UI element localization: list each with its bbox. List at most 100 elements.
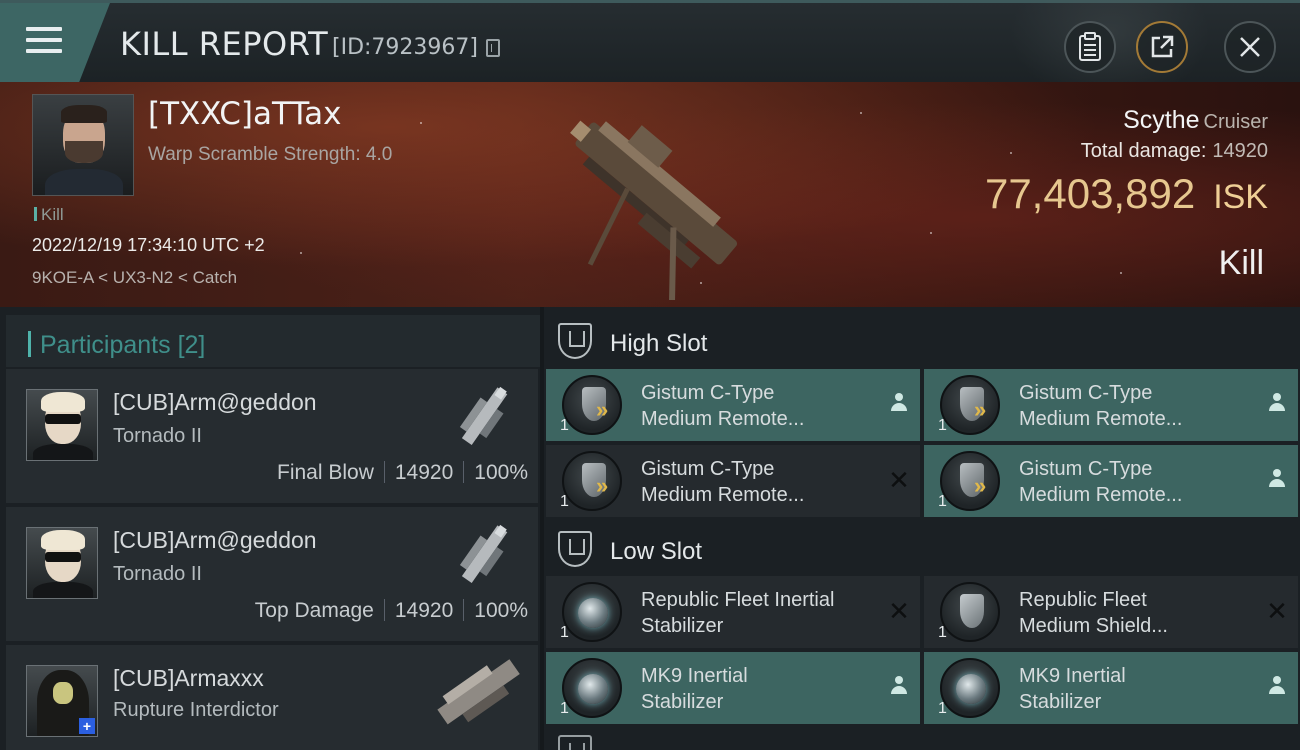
victim-subtitle: Warp Scramble Strength: 4.0 bbox=[148, 144, 393, 165]
plus-badge-icon: + bbox=[79, 718, 95, 734]
avatar[interactable] bbox=[26, 527, 98, 599]
module-qty: 1 bbox=[560, 700, 569, 717]
clipboard-icon bbox=[1079, 32, 1101, 61]
participant-row[interactable]: [CUB]Arm@geddon Tornado II Top Damage 149… bbox=[6, 507, 538, 641]
high-slot-title: High Slot bbox=[610, 330, 708, 357]
clipboard-button[interactable] bbox=[1064, 21, 1116, 73]
participant-row[interactable]: [CUB]Arm@geddon Tornado II Final Blow 149… bbox=[6, 369, 538, 503]
module-item[interactable]: 1 MK9 Inertial Stabilizer bbox=[924, 652, 1298, 724]
participant-ship: Tornado II bbox=[113, 425, 202, 447]
module-name: Republic Fleet Inertial Stabilizer bbox=[641, 589, 835, 637]
dropped-person-icon bbox=[888, 393, 910, 415]
participant-row[interactable]: + [CUB]Armaxxx Rupture Interdictor bbox=[6, 645, 538, 750]
victim-ship-image[interactable] bbox=[540, 90, 770, 300]
module-item[interactable]: 1 Republic Fleet Inertial Stabilizer ✕ bbox=[546, 576, 920, 648]
low-slot-header: Low Slot bbox=[558, 531, 702, 567]
module-qty: 1 bbox=[938, 700, 947, 717]
participant-name: [CUB]Arm@geddon bbox=[113, 389, 317, 415]
shield-booster-icon bbox=[562, 451, 622, 511]
inertial-stabilizer-icon bbox=[562, 658, 622, 718]
module-qty: 1 bbox=[560, 624, 569, 641]
module-qty: 1 bbox=[560, 493, 569, 510]
module-qty: 1 bbox=[560, 417, 569, 434]
low-slot-title: Low Slot bbox=[610, 538, 703, 565]
dropped-person-icon bbox=[1266, 676, 1288, 698]
victim-avatar[interactable] bbox=[32, 94, 134, 196]
menu-icon[interactable] bbox=[26, 27, 62, 57]
shield-extender-icon bbox=[940, 582, 1000, 642]
fitting-panel: High Slot 1 Gistum C-TypeMedium Remote..… bbox=[544, 307, 1300, 750]
participant-stats: Final Blow 14920 100% bbox=[277, 461, 528, 485]
module-name: Gistum C-Type Medium Remote... bbox=[641, 458, 805, 506]
total-damage-label: Total damage: bbox=[1080, 140, 1207, 162]
participant-ship: Tornado II bbox=[113, 563, 202, 585]
isk-value: 77,403,892 ISK bbox=[985, 170, 1268, 218]
participant-ship: Rupture Interdictor bbox=[113, 699, 279, 721]
module-name: Gistum C-Type Medium Remote... bbox=[641, 382, 805, 430]
module-item[interactable]: 1 Republic Fleet Medium Shield... ✕ bbox=[924, 576, 1298, 648]
shield-booster-icon bbox=[940, 375, 1000, 435]
result-label: Kill bbox=[1218, 244, 1264, 282]
total-damage: Total damage: 14920 bbox=[1081, 140, 1268, 163]
destroyed-x-icon: ✕ bbox=[888, 596, 910, 626]
participant-ship-image bbox=[459, 524, 508, 584]
participant-percent: 100% bbox=[474, 461, 528, 484]
module-qty: 1 bbox=[938, 417, 947, 434]
report-id: [ID:7923967] bbox=[332, 35, 478, 60]
inertial-stabilizer-icon bbox=[562, 582, 622, 642]
destroyed-x-icon: ✕ bbox=[888, 465, 910, 495]
module-name: Gistum C-Type Medium Remote... bbox=[1019, 382, 1183, 430]
participant-stats: Top Damage 14920 100% bbox=[255, 599, 528, 623]
module-item[interactable]: 1 Gistum C-TypeMedium Remote... bbox=[924, 445, 1298, 517]
mid-slot-header-partial bbox=[558, 735, 610, 750]
ship-class-text: Cruiser bbox=[1203, 111, 1268, 133]
isk-amount: 77,403,892 bbox=[984, 170, 1196, 217]
shield-booster-icon bbox=[562, 375, 622, 435]
high-slot-icon bbox=[558, 323, 592, 359]
module-qty: 1 bbox=[938, 624, 947, 641]
avatar[interactable] bbox=[26, 389, 98, 461]
ship-name-text: Scythe bbox=[1123, 106, 1200, 134]
kill-location[interactable]: 9KOE-A < UX3-N2 < Catch bbox=[32, 268, 237, 288]
kill-tag: Kill bbox=[34, 205, 64, 225]
mid-slot-icon bbox=[558, 735, 592, 750]
module-item[interactable]: 1 Gistum C-TypeMedium Remote... bbox=[924, 369, 1298, 441]
inertial-stabilizer-icon bbox=[940, 658, 1000, 718]
close-button[interactable] bbox=[1224, 21, 1276, 73]
share-button[interactable] bbox=[1136, 21, 1188, 73]
share-icon bbox=[1151, 35, 1174, 58]
kill-datetime: 2022/12/19 17:34:10 UTC +2 bbox=[32, 235, 265, 255]
victim-ship-name[interactable]: Scythe Cruiser bbox=[1123, 106, 1268, 135]
copy-icon[interactable] bbox=[486, 39, 500, 57]
victim-name[interactable]: [TXXC]aTTax bbox=[148, 96, 342, 132]
module-name: MK9 Inertial Stabilizer bbox=[641, 665, 748, 713]
participant-role: Top Damage bbox=[254, 599, 374, 622]
participant-damage: 14920 bbox=[394, 461, 454, 484]
module-item[interactable]: 1 MK9 Inertial Stabilizer bbox=[546, 652, 920, 724]
module-item[interactable]: 1 Gistum C-TypeMedium Remote... bbox=[546, 369, 920, 441]
participant-ship-image bbox=[459, 386, 508, 446]
participants-title: Participants bbox=[40, 331, 171, 359]
menu-button[interactable] bbox=[0, 3, 110, 82]
page-title: KILL REPORT bbox=[120, 25, 329, 63]
participant-name: [CUB]Arm@geddon bbox=[113, 527, 317, 553]
dropped-person-icon bbox=[1266, 469, 1288, 491]
participant-role: Final Blow bbox=[277, 461, 374, 484]
destroyed-x-icon: ✕ bbox=[1266, 596, 1288, 626]
top-bar: KILL REPORT [ID:7923967] bbox=[0, 0, 1300, 103]
kill-summary-banner: [TXXC]aTTax Warp Scramble Strength: 4.0 … bbox=[0, 82, 1300, 307]
total-damage-value: 14920 bbox=[1212, 140, 1268, 162]
module-name: MK9 Inertial Stabilizer bbox=[1019, 665, 1126, 713]
module-name: Gistum C-Type Medium Remote... bbox=[1019, 458, 1183, 506]
dropped-person-icon bbox=[888, 676, 910, 698]
avatar[interactable]: + bbox=[26, 665, 98, 737]
high-slot-header: High Slot bbox=[558, 323, 707, 359]
participants-header: Participants [2] bbox=[6, 315, 540, 367]
module-item[interactable]: 1 Gistum C-TypeMedium Remote... ✕ bbox=[546, 445, 920, 517]
shield-booster-icon bbox=[940, 451, 1000, 511]
close-icon bbox=[1240, 37, 1260, 57]
isk-unit: ISK bbox=[1213, 178, 1268, 216]
participants-count: [2] bbox=[177, 331, 206, 359]
dropped-person-icon bbox=[1266, 393, 1288, 415]
participant-ship-image bbox=[437, 659, 520, 725]
